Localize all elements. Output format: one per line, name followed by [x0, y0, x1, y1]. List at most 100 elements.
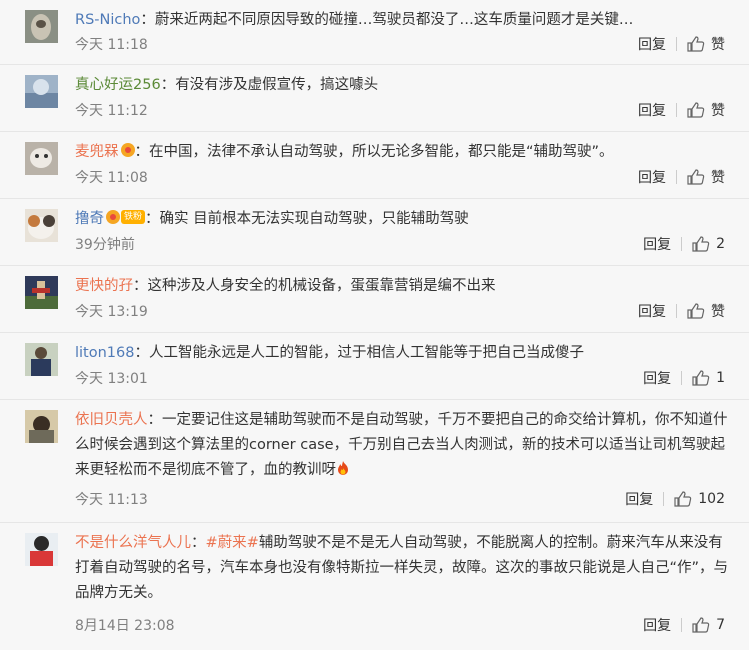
like-button[interactable]: 1 — [692, 370, 725, 386]
reply-button[interactable]: 回复 — [643, 368, 671, 388]
fan-badge: 铁粉 — [121, 210, 146, 224]
avatar[interactable] — [25, 343, 58, 376]
timestamp: 今天 11:08 — [75, 170, 148, 186]
divider — [663, 492, 665, 506]
comment-body: 不是什么洋气人儿：#蔚来#辅助驾驶不是不是无人自动驾驶，不能脱离人的控制。蔚来汽… — [75, 535, 729, 601]
timestamp: 今天 11:12 — [75, 103, 148, 119]
reply-button[interactable]: 回复 — [638, 167, 666, 187]
avatar[interactable] — [25, 75, 58, 108]
comment-item: 不是什么洋气人儿：#蔚来#辅助驾驶不是不是无人自动驾驶，不能脱离人的控制。蔚来汽… — [0, 523, 749, 647]
like-button[interactable]: 7 — [692, 617, 725, 633]
avatar[interactable] — [25, 410, 58, 443]
username[interactable]: 不是什么洋气人儿 — [75, 535, 191, 551]
username[interactable]: 更快的孖 — [75, 278, 133, 294]
comment-body: 麦兜槑 ：在中国，法律不承认自动驾驶，所以无论多智能，都只能是“辅助驾驶”。 — [75, 143, 614, 160]
vip-badge-icon — [106, 210, 120, 224]
divider — [681, 237, 683, 251]
divider — [681, 618, 683, 632]
username[interactable]: 依旧贝壳人 — [75, 412, 148, 428]
like-count: 102 — [698, 491, 725, 507]
divider — [676, 103, 677, 117]
hashtag-link[interactable]: #蔚来# — [206, 535, 259, 551]
comment-text: 蔚来近两起不同原因导致的碰撞…驾驶员都没了…这车质量问题才是关键… — [154, 12, 634, 28]
like-count: 赞 — [711, 103, 725, 119]
like-count: 赞 — [711, 304, 725, 320]
comment-item: liton168：人工智能永远是人工的智能，过于相信人工智能等于把自己当成傻子 … — [0, 333, 749, 400]
divider — [676, 37, 677, 51]
comment-item: 更快的孖：这种涉及人身安全的机械设备，蛋蛋靠营销是编不出来 今天 13:19 回… — [0, 266, 749, 333]
divider — [676, 170, 677, 184]
thumbs-up-icon — [674, 491, 692, 507]
comment-text: 人工智能永远是人工的智能，过于相信人工智能等于把自己当成傻子 — [148, 345, 584, 361]
avatar[interactable] — [25, 10, 58, 43]
reply-button[interactable]: 回复 — [643, 615, 671, 635]
comment-item: RS-Nicho：蔚来近两起不同原因导致的碰撞…驾驶员都没了…这车质量问题才是关… — [0, 0, 749, 65]
like-count: 1 — [716, 370, 725, 386]
vip-badge-icon — [120, 143, 135, 157]
thumbs-up-icon — [692, 236, 710, 252]
comment-meta: 8月14日 23:08 回复 7 — [75, 615, 725, 637]
timestamp: 今天 13:19 — [75, 304, 148, 320]
thumbs-up-icon — [687, 102, 705, 118]
like-button[interactable]: 102 — [674, 491, 725, 507]
comment-text: 确实 目前根本无法实现自动驾驶，只能辅助驾驶 — [159, 211, 469, 227]
like-button[interactable]: 赞 — [687, 301, 725, 321]
comment-meta: 今天 11:08 回复 赞 — [75, 167, 725, 189]
comment-text: 有没有涉及虚假宣传，搞这噱头 — [175, 77, 379, 93]
like-button[interactable]: 赞 — [687, 34, 725, 54]
comment-item: 麦兜槑 ：在中国，法律不承认自动驾驶，所以无论多智能，都只能是“辅助驾驶”。 今天… — [0, 132, 749, 199]
divider — [676, 304, 677, 318]
like-button[interactable]: 赞 — [687, 100, 725, 120]
username[interactable]: liton168 — [75, 345, 134, 361]
comment-body: 更快的孖：这种涉及人身安全的机械设备，蛋蛋靠营销是编不出来 — [75, 278, 496, 294]
comment-body: liton168：人工智能永远是人工的智能，过于相信人工智能等于把自己当成傻子 — [75, 345, 584, 361]
timestamp: 39分钟前 — [75, 237, 135, 253]
like-count: 赞 — [711, 37, 725, 53]
like-button[interactable]: 赞 — [687, 167, 725, 187]
comment-meta: 39分钟前 回复 2 — [75, 234, 725, 256]
avatar[interactable] — [25, 276, 58, 309]
comment-text: 在中国，法律不承认自动驾驶，所以无论多智能，都只能是“辅助驾驶”。 — [149, 144, 614, 160]
avatar[interactable] — [25, 142, 58, 175]
comment-meta: 今天 11:12 回复 赞 — [75, 100, 725, 122]
like-count: 7 — [716, 617, 725, 633]
avatar[interactable] — [25, 209, 58, 242]
username[interactable]: 真心好运256 — [75, 77, 161, 93]
timestamp: 今天 11:18 — [75, 37, 148, 53]
comment-meta: 今天 11:13 回复 102 — [75, 489, 725, 511]
reply-button[interactable]: 回复 — [625, 489, 653, 509]
thumbs-up-icon — [692, 617, 710, 633]
timestamp: 今天 13:01 — [75, 371, 148, 387]
like-count: 2 — [716, 236, 725, 252]
comment-item: 依旧贝壳人：一定要记住这是辅助驾驶而不是自动驾驶，千万不要把自己的命交给计算机，… — [0, 400, 749, 523]
username[interactable]: 麦兜槑 — [75, 144, 119, 160]
like-count: 赞 — [711, 170, 725, 186]
comment-list: RS-Nicho：蔚来近两起不同原因导致的碰撞…驾驶员都没了…这车质量问题才是关… — [0, 0, 749, 647]
reply-button[interactable]: 回复 — [643, 234, 671, 254]
username[interactable]: 撸奇 — [75, 211, 104, 227]
timestamp: 今天 11:13 — [75, 492, 148, 508]
username[interactable]: RS-Nicho — [75, 12, 140, 28]
reply-button[interactable]: 回复 — [638, 100, 666, 120]
comment-body: 依旧贝壳人：一定要记住这是辅助驾驶而不是自动驾驶，千万不要把自己的命交给计算机，… — [75, 412, 728, 478]
thumbs-up-icon — [687, 36, 705, 52]
comment-body: 真心好运256：有没有涉及虚假宣传，搞这噱头 — [75, 77, 379, 93]
comment-body: 撸奇 铁粉 ：确实 目前根本无法实现自动驾驶，只能辅助驾驶 — [75, 210, 469, 227]
comment-meta: 今天 13:19 回复 赞 — [75, 301, 725, 323]
comment-body: RS-Nicho：蔚来近两起不同原因导致的碰撞…驾驶员都没了…这车质量问题才是关… — [75, 12, 634, 28]
comment-text: 这种涉及人身安全的机械设备，蛋蛋靠营销是编不出来 — [147, 278, 496, 294]
avatar[interactable] — [25, 533, 58, 566]
thumbs-up-icon — [687, 303, 705, 319]
divider — [681, 371, 683, 385]
like-button[interactable]: 2 — [692, 236, 725, 252]
comment-item: 撸奇 铁粉 ：确实 目前根本无法实现自动驾驶，只能辅助驾驶 39分钟前 回复 2 — [0, 199, 749, 266]
reply-button[interactable]: 回复 — [638, 34, 666, 54]
reply-button[interactable]: 回复 — [638, 301, 666, 321]
comment-text: 一定要记住这是辅助驾驶而不是自动驾驶，千万不要把自己的命交给计算机，你不知道什么… — [75, 412, 728, 478]
fire-emoji-icon — [338, 461, 348, 475]
comment-meta: 今天 13:01 回复 1 — [75, 368, 725, 390]
thumbs-up-icon — [687, 169, 705, 185]
comment-item: 真心好运256：有没有涉及虚假宣传，搞这噱头 今天 11:12 回复 赞 — [0, 65, 749, 132]
thumbs-up-icon — [692, 370, 710, 386]
timestamp: 8月14日 23:08 — [75, 618, 175, 634]
